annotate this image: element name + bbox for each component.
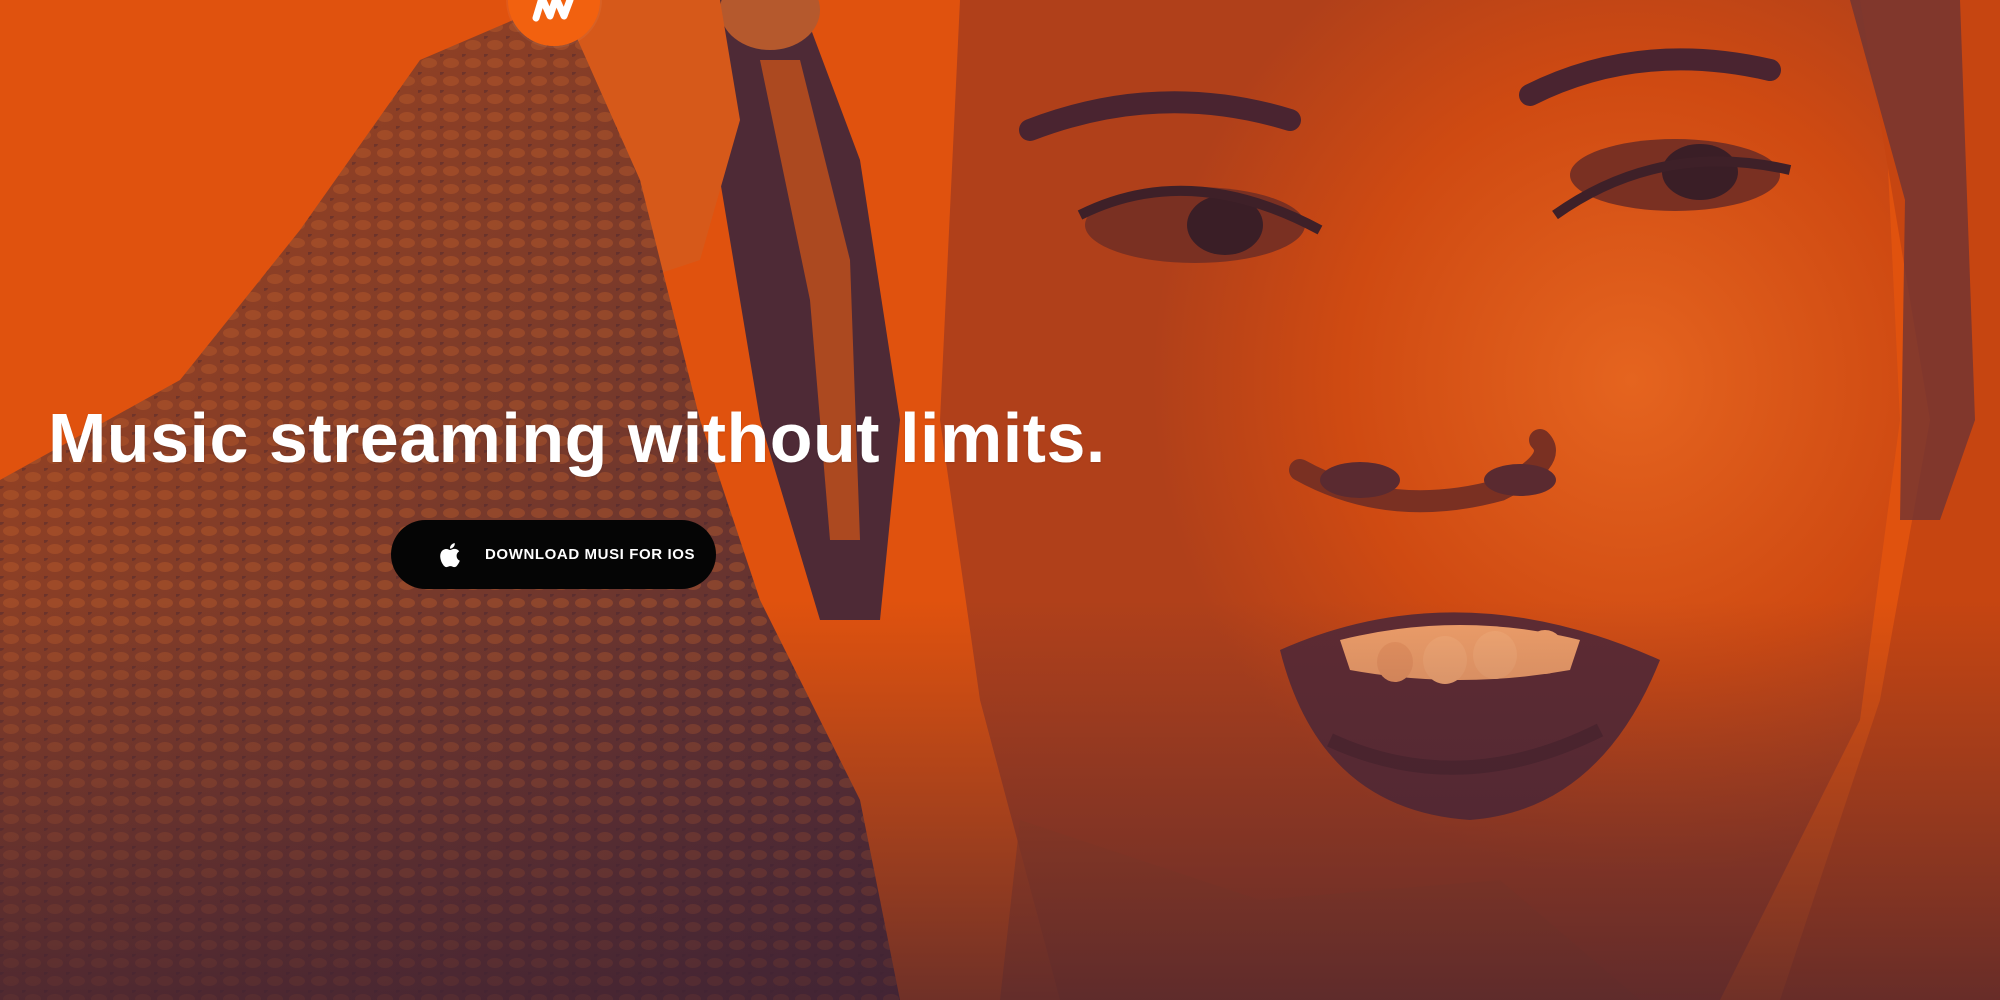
hero-photo [0,0,2000,1000]
download-button-label: DOWNLOAD MUSI FOR IOS [485,546,696,563]
musi-logo-glyph [508,0,600,46]
landing-page: Music streaming without limits. DOWNLOAD… [0,0,2000,1000]
download-ios-button[interactable]: DOWNLOAD MUSI FOR IOS [391,520,716,589]
musi-logo-icon[interactable] [508,0,600,46]
apple-icon [440,542,460,567]
hero-headline: Music streaming without limits. [48,399,1106,477]
